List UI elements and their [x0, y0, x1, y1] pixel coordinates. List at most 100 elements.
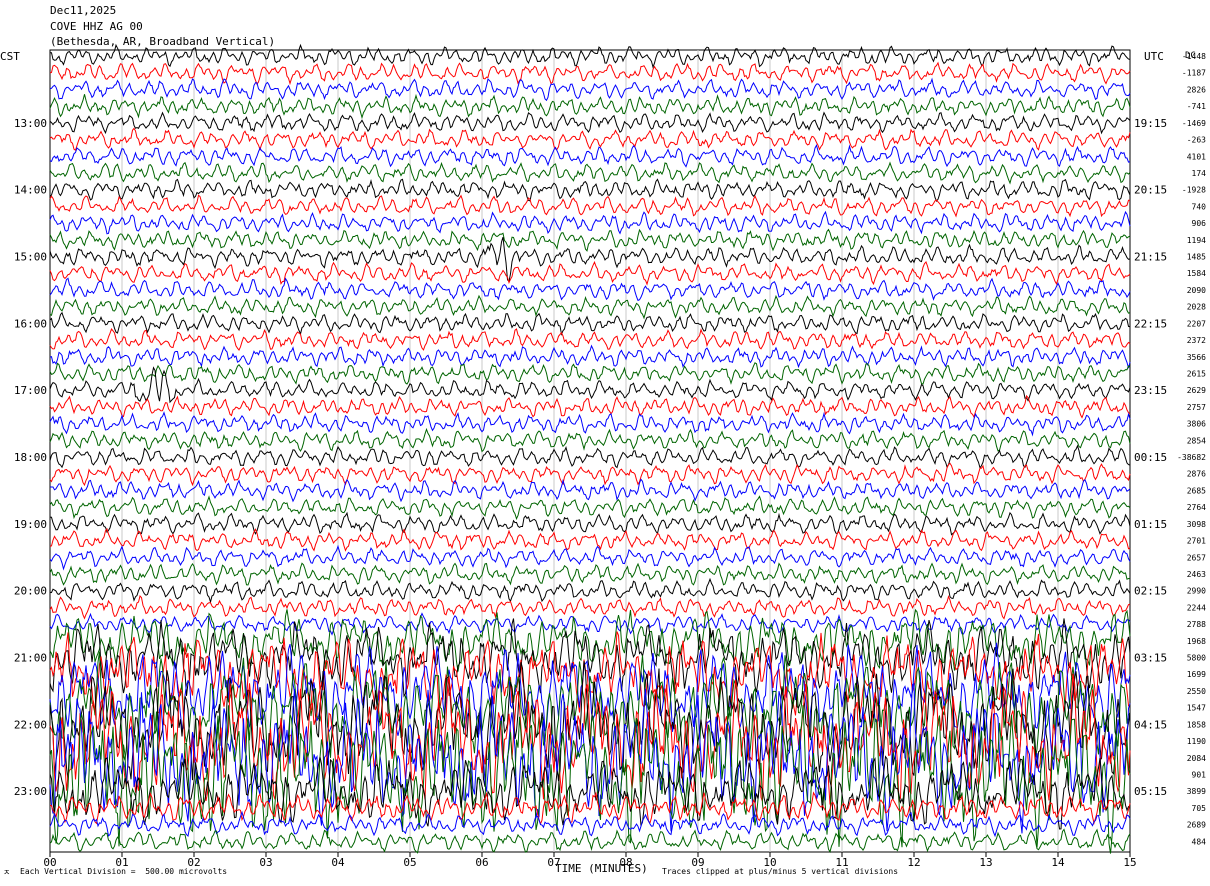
dc-offset-value: -1187 — [1182, 69, 1206, 78]
dc-offset-value: 2629 — [1187, 386, 1206, 395]
trace-line — [49, 495, 1131, 521]
dc-offset-value: 740 — [1192, 202, 1207, 211]
dc-offset-value: 174 — [1192, 169, 1207, 178]
dc-offset-value: 1190 — [1187, 737, 1206, 746]
x-tick-label: 12 — [907, 856, 920, 869]
trace-line — [49, 328, 1131, 352]
left-hour-label: 14:00 — [14, 184, 47, 197]
trace-line — [49, 594, 1131, 620]
trace-line — [49, 311, 1131, 336]
helicorder-plot: 00 01 02 03 04 05 06 07 08 09 10 11 12 13 14 1513:0014:… — [14, 43, 1207, 869]
x-tick-label: 15 — [1123, 856, 1136, 869]
dc-offset-value: 2990 — [1187, 587, 1206, 596]
right-hour-label: 20:15 — [1134, 184, 1167, 197]
left-hour-label: 21:00 — [14, 652, 47, 665]
dc-offset-value: 3566 — [1187, 353, 1206, 362]
trace-line — [49, 294, 1131, 320]
left-hour-label: 17:00 — [14, 384, 47, 397]
left-hour-label: 19:00 — [14, 518, 47, 531]
left-hour-label: 15:00 — [14, 251, 47, 264]
trace-line — [49, 527, 1131, 552]
trace-line — [49, 161, 1131, 185]
trace-line — [49, 577, 1131, 604]
dc-offset-value: 901 — [1192, 770, 1207, 779]
trace-line — [49, 111, 1131, 135]
trace-line — [49, 427, 1131, 453]
trace-line — [49, 344, 1131, 369]
dc-offset-value: 3098 — [1187, 520, 1206, 529]
dc-offset-value: 484 — [1192, 837, 1207, 846]
x-tick-label: 03 — [259, 856, 272, 869]
trace-line — [49, 77, 1131, 102]
left-hour-label: 13:00 — [14, 117, 47, 130]
right-hour-label: 01:15 — [1134, 518, 1167, 531]
left-hour-label: 22:00 — [14, 718, 47, 731]
dc-offset-value: 2084 — [1187, 754, 1206, 763]
dc-offset-value: 906 — [1192, 219, 1207, 228]
right-hour-label: 23:15 — [1134, 384, 1167, 397]
dc-offset-value: 2826 — [1187, 85, 1206, 94]
trace-line — [49, 411, 1131, 437]
trace-line — [49, 178, 1131, 203]
dc-offset-value: 2615 — [1187, 369, 1206, 378]
dc-offset-value: -1448 — [1182, 52, 1206, 61]
right-hour-label: 05:15 — [1134, 785, 1167, 798]
trace-line — [49, 93, 1131, 120]
dc-offset-value: 3899 — [1187, 787, 1206, 796]
dc-offset-value: -263 — [1187, 136, 1206, 145]
right-hour-label: 19:15 — [1134, 117, 1167, 130]
right-hour-label: 02:15 — [1134, 585, 1167, 598]
x-axis-label: TIME (MINUTES) — [555, 862, 648, 875]
dc-offset-value: 1485 — [1187, 253, 1206, 262]
dc-offset-value: 2854 — [1187, 436, 1206, 445]
trace-line — [49, 61, 1131, 86]
trace-line — [50, 478, 1131, 503]
dc-offset-value: 2689 — [1187, 821, 1206, 830]
dc-offset-value: 2757 — [1187, 403, 1206, 412]
x-tick-label: 05 — [403, 856, 416, 869]
x-tick-label: 06 — [475, 856, 488, 869]
dc-offset-value: 2685 — [1187, 486, 1206, 495]
dc-offset-value: 2090 — [1187, 286, 1206, 295]
trace-line — [49, 462, 1131, 487]
trace-line — [49, 612, 1131, 636]
dc-offset-value: 2207 — [1187, 319, 1206, 328]
dc-offset-value: 705 — [1192, 804, 1207, 813]
dc-offset-value: 2788 — [1187, 620, 1206, 629]
trace-line — [49, 210, 1131, 235]
left-hour-label: 23:00 — [14, 785, 47, 798]
dc-offset-value: 1858 — [1187, 720, 1206, 729]
dc-offset-value: -38682 — [1177, 453, 1206, 462]
dc-offset-value: -1928 — [1182, 186, 1206, 195]
left-hour-label: 18:00 — [14, 451, 47, 464]
right-hour-label: 03:15 — [1134, 652, 1167, 665]
x-tick-label: 14 — [1051, 856, 1065, 869]
dc-offset-value: 1699 — [1187, 670, 1206, 679]
dc-offset-value: 1547 — [1187, 704, 1206, 713]
dc-offset-value: 5800 — [1187, 654, 1206, 663]
trace-line — [49, 511, 1131, 536]
left-hour-label: 20:00 — [14, 585, 47, 598]
dc-offset-value: 2463 — [1187, 570, 1206, 579]
x-tick-label: 04 — [331, 856, 345, 869]
x-tick-label: 13 — [979, 856, 992, 869]
clip-note: Traces clipped at plus/minus 5 vertical … — [662, 867, 899, 876]
trace-line — [49, 277, 1131, 302]
dc-offset-value: 3806 — [1187, 420, 1206, 429]
dc-offset-value: -741 — [1187, 102, 1206, 111]
dc-offset-value: 2764 — [1187, 503, 1206, 512]
dc-offset-value: 2701 — [1187, 537, 1206, 546]
trace-line — [49, 260, 1131, 286]
trace-line — [49, 366, 1131, 404]
right-hour-label: 22:15 — [1134, 317, 1167, 330]
scale-note: Each Vertical Division = 500.00 microvol… — [20, 867, 228, 876]
dc-offset-value: 2876 — [1187, 470, 1206, 479]
footer-mark: ㅈ — [3, 868, 11, 877]
dc-offset-value: 2244 — [1187, 603, 1206, 612]
dc-offset-value: 2028 — [1187, 303, 1206, 312]
dc-offset-value: 4101 — [1187, 152, 1206, 161]
trace-line — [49, 544, 1131, 571]
trace-line — [50, 43, 1131, 69]
dc-offset-value: 2372 — [1187, 336, 1206, 345]
right-hour-label: 00:15 — [1134, 451, 1167, 464]
